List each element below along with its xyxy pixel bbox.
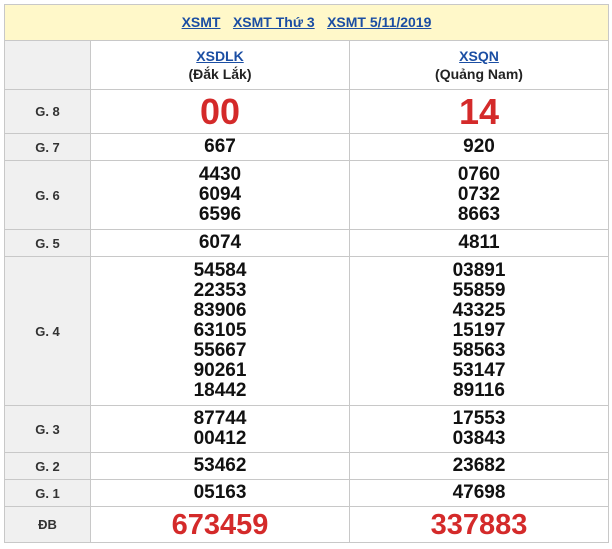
prize-number: 6074	[198, 232, 242, 253]
prize-number: 53462	[193, 455, 247, 476]
header-row: XSMT XSMT Thứ 3 XSMT 5/11/2019	[4, 4, 609, 41]
prize-number: 4430	[198, 164, 242, 185]
prize-label: G. 7	[4, 133, 91, 161]
province-code-link[interactable]: XSDLK	[91, 48, 349, 64]
prize-cell: 47698	[349, 479, 609, 507]
prize-rows: G. 8 00 14 G. 7 667 920 G. 6 4430 6094 6596 0760 07…	[4, 89, 609, 543]
prize-cell: 87744 00412	[90, 405, 350, 453]
prize-label: ĐB	[4, 506, 91, 543]
prize-number: 6596	[198, 204, 242, 225]
prize-cell: 6074	[90, 229, 350, 257]
link-xsmt[interactable]: XSMT	[182, 14, 221, 30]
province-name: (Đắk Lắk)	[188, 66, 252, 82]
prize-row: G. 7 667 920	[4, 133, 609, 161]
prize-number: 17553	[452, 408, 506, 429]
prize-row: G. 6 4430 6094 6596 0760 0732 8663	[4, 160, 609, 230]
prize-cell: 23682	[349, 452, 609, 480]
prize-cell: 673459	[90, 506, 350, 543]
prize-cell: 00	[90, 89, 350, 134]
link-xsmt-date[interactable]: XSMT 5/11/2019	[327, 14, 431, 30]
prize-number: 4811	[458, 232, 500, 253]
prize-label: G. 5	[4, 229, 91, 257]
empty-corner-cell	[4, 40, 91, 90]
prize-number: 63105	[193, 320, 247, 341]
prize-number: 54584	[193, 260, 247, 281]
prize-number: 920	[463, 136, 495, 157]
prize-row: G. 5 6074 4811	[4, 229, 609, 257]
prize-number: 90261	[193, 360, 247, 381]
prize-number: 23682	[452, 455, 506, 476]
province-row: XSDLK (Đắk Lắk) XSQN (Quảng Nam)	[4, 40, 609, 90]
prize-label: G. 1	[4, 479, 91, 507]
province-cell-qn: XSQN (Quảng Nam)	[349, 40, 609, 90]
prize-label: G. 2	[4, 452, 91, 480]
prize-label: G. 4	[4, 256, 91, 406]
prize-number: 89116	[453, 380, 505, 401]
prize-number: 18442	[193, 380, 247, 401]
prize-number: 43325	[452, 300, 506, 321]
prize-cell: 667	[90, 133, 350, 161]
prize-cell: 54584 22353 83906 63105 55667 90261 18442	[90, 256, 350, 406]
prize-number: 47698	[452, 482, 506, 503]
results-container: XSMT XSMT Thứ 3 XSMT 5/11/2019 XSDLK (Đắ…	[4, 4, 609, 543]
prize-cell: 17553 03843	[349, 405, 609, 453]
lottery-results-table: XSMT XSMT Thứ 3 XSMT 5/11/2019 XSDLK (Đắ…	[4, 4, 609, 543]
prize-number: 0732	[457, 184, 501, 205]
prize-label: G. 3	[4, 405, 91, 453]
special-prize-number: 337883	[430, 508, 528, 541]
province-code-link[interactable]: XSQN	[350, 48, 608, 64]
prize-row: G. 8 00 14	[4, 89, 609, 134]
prize-row: G. 3 87744 00412 17553 03843	[4, 405, 609, 453]
prize-number: 22353	[193, 280, 247, 301]
prize-row: G. 4 54584 22353 83906 63105 55667 90261 18442 0…	[4, 256, 609, 406]
prize-cell: 53462	[90, 452, 350, 480]
prize-cell: 05163	[90, 479, 350, 507]
prize-number: 87744	[193, 408, 247, 429]
prize-number: 14	[458, 90, 500, 132]
prize-number: 53147	[452, 360, 506, 381]
prize-number: 667	[204, 136, 236, 157]
prize-number: 00412	[193, 428, 247, 449]
prize-number: 6094	[198, 184, 242, 205]
province-name: (Quảng Nam)	[435, 66, 523, 82]
prize-number: 0760	[457, 164, 501, 185]
prize-cell: 0760 0732 8663	[349, 160, 609, 230]
prize-number: 55667	[193, 340, 247, 361]
prize-number: 15197	[452, 320, 506, 341]
prize-row: G. 2 53462 23682	[4, 452, 609, 480]
prize-cell: 920	[349, 133, 609, 161]
prize-number: 55859	[452, 280, 506, 301]
prize-number: 03843	[452, 428, 506, 449]
prize-number: 05163	[193, 482, 247, 503]
prize-number: 83906	[193, 300, 247, 321]
province-cell-dlk: XSDLK (Đắk Lắk)	[90, 40, 350, 90]
prize-number: 58563	[452, 340, 506, 361]
special-prize-number: 673459	[171, 508, 269, 541]
prize-cell: 4811	[349, 229, 609, 257]
header-links: XSMT XSMT Thứ 3 XSMT 5/11/2019	[4, 4, 609, 41]
prize-row: G. 1 05163 47698	[4, 479, 609, 507]
prize-label: G. 6	[4, 160, 91, 230]
prize-number: 8663	[457, 204, 501, 225]
prize-row: ĐB 673459 337883	[4, 506, 609, 543]
prize-cell: 4430 6094 6596	[90, 160, 350, 230]
prize-number: 03891	[452, 260, 506, 281]
prize-number: 00	[199, 90, 241, 132]
prize-label: G. 8	[4, 89, 91, 134]
prize-cell: 03891 55859 43325 15197 58563 53147 89116	[349, 256, 609, 406]
prize-cell: 14	[349, 89, 609, 134]
prize-cell: 337883	[349, 506, 609, 543]
link-xsmt-thu-3[interactable]: XSMT Thứ 3	[233, 14, 315, 30]
